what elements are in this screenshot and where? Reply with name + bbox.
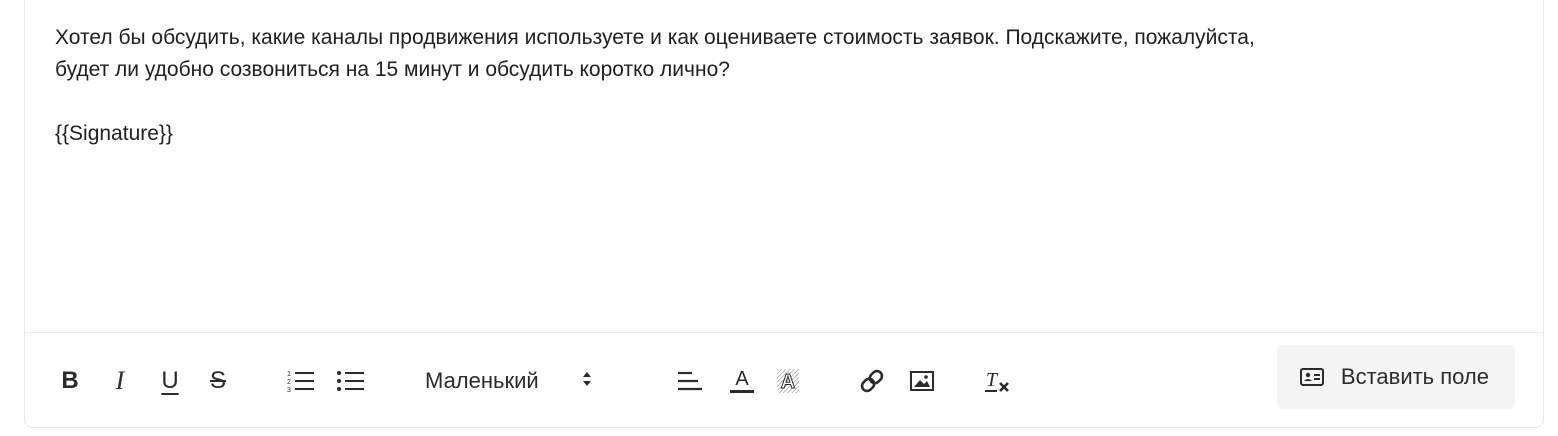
bullet-list-button[interactable] [335,333,367,428]
underline-icon: U [161,366,179,394]
bold-button[interactable]: B [55,333,85,428]
highlight-color-icon: A [775,367,801,395]
clear-format-button[interactable]: T [983,333,1013,428]
link-icon [859,368,885,394]
svg-text:A: A [781,371,795,393]
italic-icon: I [115,365,125,395]
italic-button[interactable]: I [105,333,135,428]
ordered-list-icon: 1 2 3 [286,368,316,394]
empty-line [55,86,1515,118]
bullet-list-icon [336,368,366,394]
image-icon [909,370,935,392]
svg-text:3: 3 [287,387,291,394]
underline-button[interactable]: U [155,333,185,428]
image-button[interactable] [907,333,937,428]
signature-placeholder: {{Signature}} [55,122,173,145]
svg-text:1: 1 [287,371,291,378]
strikethrough-icon: S [209,366,226,394]
body-line-2: будет ли удобно созвониться на 15 минут … [55,58,730,81]
message-editor: Хотел бы обсудить, какие каналы продвиже… [24,0,1544,428]
align-button[interactable] [675,333,705,428]
ordered-list-button[interactable]: 1 2 3 [285,333,317,428]
font-size-value: Маленький [425,367,539,393]
svg-text:A: A [735,368,749,390]
link-button[interactable] [857,333,887,428]
text-color-button[interactable]: A [727,333,757,428]
svg-text:T: T [986,369,999,391]
clear-format-icon: T [984,367,1012,395]
align-icon [676,369,704,393]
formatting-toolbar: B I U S 1 2 3 Маленький A A T Вставить п… [25,332,1543,427]
insert-field-button[interactable]: Вставить поле [1276,345,1515,409]
select-arrows-icon [581,368,593,394]
font-size-select[interactable]: Маленький [425,333,593,428]
insert-field-label: Вставить поле [1340,364,1489,389]
svg-text:2: 2 [287,379,291,386]
strikethrough-button[interactable]: S [203,333,233,428]
id-card-icon [1299,367,1325,387]
editor-content[interactable]: Хотел бы обсудить, какие каналы продвиже… [55,22,1515,150]
bold-icon: B [61,366,79,394]
highlight-color-button[interactable]: A [773,333,803,428]
text-color-icon: A [729,367,755,395]
body-line-1: Хотел бы обсудить, какие каналы продвиже… [55,26,1255,49]
